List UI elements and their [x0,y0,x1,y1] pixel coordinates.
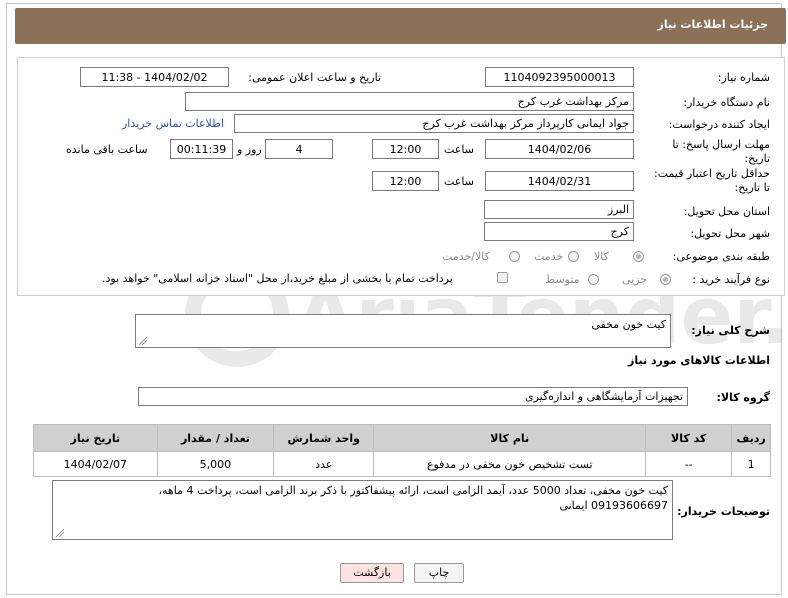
price-validity-time-label: ساعت [444,175,474,188]
announce-field[interactable]: 1404/02/02 - 11:38 [80,67,229,87]
col-date: تاریخ نیاز [33,424,158,452]
days-label: روز و [237,143,262,156]
remaining-time-field[interactable]: 00:11:39 [170,139,233,159]
price-validity-date-field[interactable]: 1404/02/31 [485,171,634,191]
cell-qty: 5,000 [156,451,275,477]
goods-table: ردیف کد کالا نام کالا واحد شمارش تعداد /… [33,424,771,477]
resize-grip-icon[interactable] [56,529,64,537]
buyer-notes-line-2: 09193606697 ایمانی [559,499,668,512]
print-button[interactable]: چاپ [414,563,464,583]
process-label: نوع فرآیند خرید : [692,273,770,286]
cell-row: 1 [731,451,771,477]
deadline-time-label: ساعت [444,143,474,156]
goods-group-field[interactable]: تجهیزات آزمایشگاهی و اندازه‌گیری [138,387,688,406]
summary-text: کیت خون مخفی [591,318,666,331]
summary-label: شرح کلی نیاز: [691,324,770,337]
table-row[interactable]: 1 -- تست تشخیص خون مخفی در مدفوع عدد 5,0… [33,451,771,477]
col-name: نام کالا [373,424,647,452]
col-row: ردیف [731,424,771,452]
process-radio-minor[interactable] [660,274,671,285]
category-option-goods-service: کالا/خدمت [442,250,490,263]
deadline-date-field[interactable]: 1404/02/06 [485,139,634,159]
buyer-notes-label: توضیحات خریدار: [677,505,770,518]
buyer-org-field[interactable]: مرکز بهداشت غرب کرج [185,92,634,111]
category-label: طبقه بندی موضوعی: [672,250,770,263]
deadline-time-field[interactable]: 12:00 [372,139,439,159]
province-field[interactable]: البرز [484,200,634,219]
category-option-service: خدمت [534,250,564,263]
cell-name: تست تشخیص خون مخفی در مدفوع [373,451,647,477]
buyer-notes-line-1: کیت خون مخفی، تعداد 5000 عدد، آیمد الزام… [158,484,668,497]
process-radio-medium[interactable] [588,274,599,285]
resize-grip-icon[interactable] [139,337,147,345]
cell-code: -- [645,451,733,477]
creator-label: ایجاد کننده درخواست: [668,118,770,131]
need-number-label: شماره نیاز: [717,71,770,84]
province-label: استان محل تحویل: [683,205,770,218]
table-header-row: ردیف کد کالا نام کالا واحد شمارش تعداد /… [33,424,771,452]
col-qty: تعداد / مقدار [156,424,275,452]
process-option-minor: جزیی [622,273,648,286]
creator-field[interactable]: جواد ایمانی کارپرداز مرکز بهداشت غرب کرج [234,114,634,133]
buyer-notes-field[interactable]: کیت خون مخفی، تعداد 5000 عدد، آیمد الزام… [52,480,673,540]
category-radio-goods-service[interactable] [509,251,520,262]
cell-unit: عدد [273,451,375,477]
back-button[interactable]: بازگشت [340,563,404,583]
treasury-checkbox[interactable] [497,272,508,283]
process-option-medium: متوسط [545,273,580,286]
col-code: کد کالا [645,424,733,452]
title-bar: جزئیات اطلاعات نیاز [15,8,786,44]
price-validity-label: حداقل تاریخ اعتبار قیمت: [654,167,770,180]
price-validity-label-2: تا تاریخ: [734,181,770,194]
deadline-label: مهلت ارسال پاسخ: تا [672,138,770,151]
need-number-field[interactable]: 1104092395000013 [485,67,634,87]
days-remaining-field[interactable]: 4 [265,139,333,159]
remaining-time-label: ساعت باقی مانده [66,143,148,156]
deadline-label-2: تاریخ: [744,152,770,165]
price-validity-time-field[interactable]: 12:00 [372,171,439,191]
payment-note: پرداخت تمام یا بخشی از مبلغ خرید،از محل … [102,272,453,285]
city-field[interactable]: کرج [484,222,634,241]
goods-section-title: اطلاعات کالاهای مورد نیاز [628,354,770,367]
city-label: شهر محل تحویل: [690,227,770,240]
category-radio-service[interactable] [568,251,579,262]
announce-label: تاریخ و ساعت اعلان عمومی: [248,71,381,84]
col-unit: واحد شمارش [273,424,375,452]
summary-field[interactable]: کیت خون مخفی [135,314,671,348]
buyer-org-label: نام دستگاه خریدار: [683,96,770,109]
category-radio-goods[interactable] [633,251,644,262]
category-option-goods: کالا [594,250,609,263]
cell-date: 1404/02/07 [33,451,158,477]
contact-buyer-link[interactable]: اطلاعات تماس خریدار [122,117,224,130]
page-title: جزئیات اطلاعات نیاز [657,18,769,31]
goods-group-label: گروه کالا: [716,391,770,404]
